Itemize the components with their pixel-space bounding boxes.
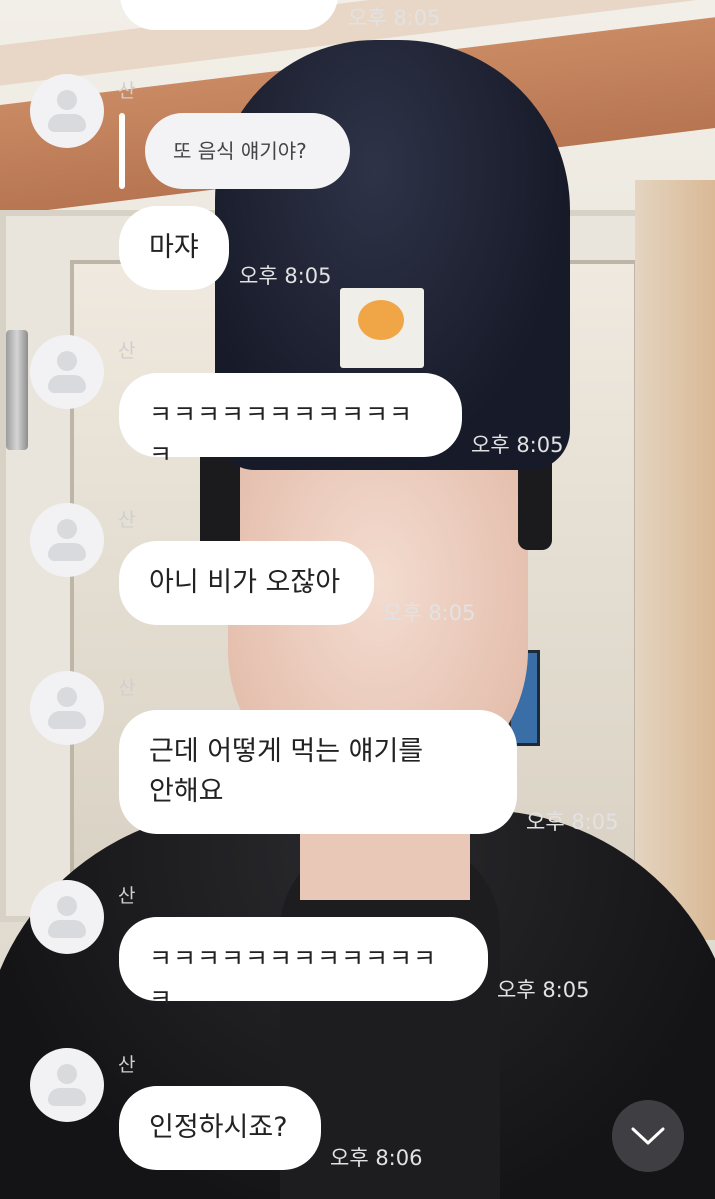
avatar-person-icon (57, 519, 77, 539)
sender-name: 산 (118, 1054, 136, 1076)
sender-avatar[interactable] (30, 74, 104, 148)
message-time: 오후 8:05 (471, 433, 564, 457)
message-bubble[interactable]: 아니 비가 오잖아 (119, 541, 374, 625)
sender-name: 산 (118, 885, 136, 907)
sender-avatar[interactable] (30, 335, 104, 409)
message-bubble[interactable]: 마쟈 (119, 206, 229, 290)
quoted-message[interactable]: 또 음식 얘기야? (145, 113, 350, 189)
message-bubble[interactable]: 인정하시죠? (119, 1086, 321, 1170)
sender-name: 산 (118, 80, 136, 102)
reply-indicator (119, 113, 125, 189)
message-time: 오후 8:06 (330, 1146, 423, 1170)
message-bubble[interactable]: 근데 어떻게 먹는 얘기를 안해요 (119, 710, 517, 834)
avatar-person-icon (57, 90, 77, 110)
avatar-person-icon (57, 351, 77, 371)
sender-name: 산 (118, 509, 136, 531)
message-time: 오후 8:05 (383, 601, 476, 625)
chevron-down-icon (631, 1127, 665, 1145)
avatar-person-icon (57, 687, 77, 707)
scroll-to-bottom-button[interactable] (612, 1100, 684, 1172)
sender-avatar[interactable] (30, 503, 104, 577)
message-time: 오후 8:05 (239, 264, 332, 288)
message-bubble[interactable]: ㅋㅋㅋㅋㅋㅋㅋㅋㅋㅋㅋㅋ (119, 373, 462, 469)
message-time: 오후 8:05 (348, 6, 441, 30)
message-time: 오후 8:05 (526, 810, 619, 834)
avatar-person-icon (57, 1064, 77, 1084)
sender-avatar[interactable] (30, 880, 104, 954)
message-bubble-partial[interactable] (120, 0, 338, 30)
sender-avatar[interactable] (30, 1048, 104, 1122)
message-bubble[interactable]: ㅋㅋㅋㅋㅋㅋㅋㅋㅋㅋㅋㅋㅋ (119, 917, 488, 1013)
sender-name: 산 (118, 677, 136, 699)
sender-name: 산 (118, 340, 136, 362)
sender-avatar[interactable] (30, 671, 104, 745)
message-time: 오후 8:05 (497, 978, 590, 1002)
avatar-person-icon (57, 896, 77, 916)
